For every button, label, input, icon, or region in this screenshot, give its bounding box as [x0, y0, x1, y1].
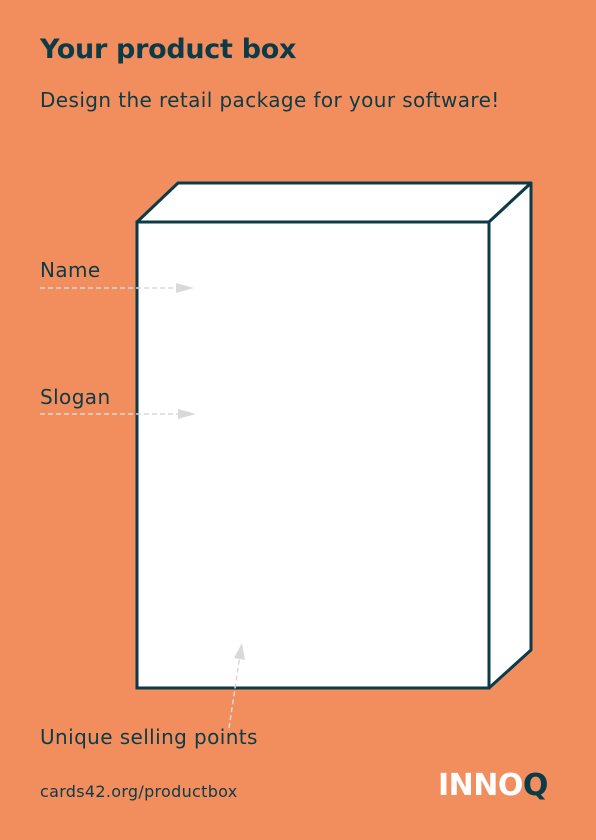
box-side-face: [487, 181, 533, 690]
footer-url: cards42.org/productbox: [40, 782, 238, 801]
logo-text: INNO: [438, 768, 523, 803]
logo-accent: Q: [522, 768, 549, 803]
box-front-face: [135, 220, 491, 690]
usp-label: Unique selling points: [40, 725, 258, 749]
product-box-illustration: [40, 181, 533, 729]
box-top-face: [135, 181, 533, 224]
name-label: Name: [40, 258, 101, 282]
innoq-logo: INNOQ: [438, 768, 548, 803]
slogan-label: Slogan: [40, 385, 111, 409]
